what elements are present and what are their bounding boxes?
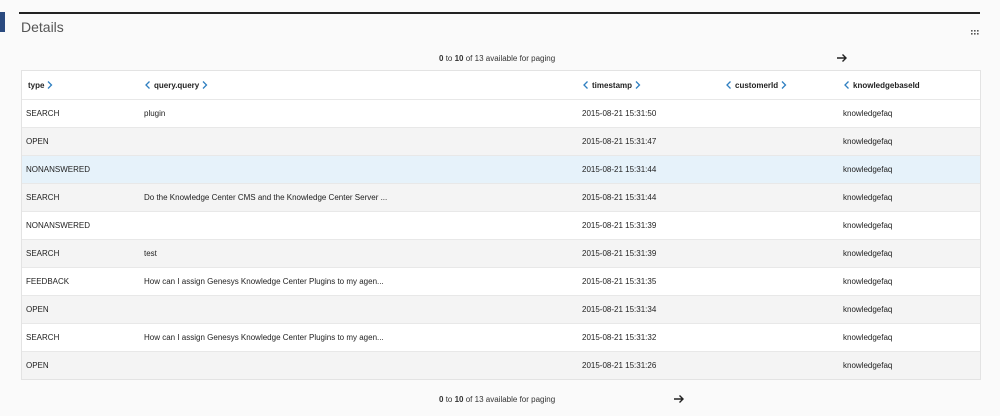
cell-timestamp: 2015-08-21 15:31:39 <box>582 249 657 258</box>
pager-status: 0 to 10 of 13 available for paging <box>439 54 556 63</box>
column-header-query[interactable]: query.query <box>144 71 209 99</box>
cell-query: plugin <box>144 109 166 118</box>
cell-type: NONANSWERED <box>26 221 91 230</box>
chevron-left-icon[interactable] <box>144 80 152 90</box>
table-header-row: type query.query timestamp customerId kn <box>22 71 980 99</box>
cell-type: SEARCH <box>26 249 60 258</box>
cell-query: How can I assign Genesys Knowledge Cente… <box>144 277 384 286</box>
pager-top: 0 to 10 of 13 available for paging <box>19 50 980 68</box>
table-row[interactable]: SEARCH Do the Knowledge Center CMS and t… <box>22 183 980 211</box>
grid-dots-icon[interactable] <box>970 24 980 35</box>
pager-bottom: 0 to 10 of 13 available for paging <box>19 391 980 409</box>
cell-timestamp: 2015-08-21 15:31:39 <box>582 221 657 230</box>
arrow-right-icon[interactable] <box>672 392 686 406</box>
cell-timestamp: 2015-08-21 15:31:34 <box>582 305 657 314</box>
chevron-right-icon[interactable] <box>780 80 788 90</box>
cell-type: SEARCH <box>26 333 60 342</box>
cell-knowledgebaseid: knowledgefaq <box>843 305 893 314</box>
column-header-type[interactable]: type <box>26 71 54 99</box>
cell-type: OPEN <box>26 361 49 370</box>
table-row[interactable]: NONANSWERED 2015-08-21 15:31:44 knowledg… <box>22 155 980 183</box>
cell-knowledgebaseid: knowledgefaq <box>843 109 893 118</box>
cell-knowledgebaseid: knowledgefaq <box>843 361 893 370</box>
cell-type: SEARCH <box>26 109 60 118</box>
details-table: type query.query timestamp customerId kn <box>21 70 981 380</box>
chevron-left-icon[interactable] <box>843 80 851 90</box>
cell-timestamp: 2015-08-21 15:31:50 <box>582 109 657 118</box>
cell-timestamp: 2015-08-21 15:31:32 <box>582 333 657 342</box>
arrow-right-icon[interactable] <box>835 51 849 65</box>
chevron-right-icon[interactable] <box>634 80 642 90</box>
cell-type: OPEN <box>26 305 49 314</box>
table-row[interactable]: FEEDBACK How can I assign Genesys Knowle… <box>22 267 980 295</box>
cell-type: NONANSWERED <box>26 165 91 174</box>
chevron-right-icon[interactable] <box>46 80 54 90</box>
column-header-customerid[interactable]: customerId <box>725 71 788 99</box>
cell-knowledgebaseid: knowledgefaq <box>843 249 893 258</box>
chevron-left-icon[interactable] <box>582 80 590 90</box>
column-header-knowledgebaseid[interactable]: knowledgebaseId <box>843 71 922 99</box>
cell-knowledgebaseid: knowledgefaq <box>843 277 893 286</box>
table-row[interactable]: SEARCH How can I assign Genesys Knowledg… <box>22 323 980 351</box>
pager-status: 0 to 10 of 13 available for paging <box>439 395 556 404</box>
left-accent-bar <box>0 12 5 32</box>
cell-timestamp: 2015-08-21 15:31:26 <box>582 361 657 370</box>
cell-timestamp: 2015-08-21 15:31:35 <box>582 277 657 286</box>
cell-query: test <box>144 249 157 258</box>
chevron-left-icon[interactable] <box>725 80 733 90</box>
cell-query: How can I assign Genesys Knowledge Cente… <box>144 333 384 342</box>
cell-timestamp: 2015-08-21 15:31:44 <box>582 165 657 174</box>
panel-title: Details <box>21 19 64 35</box>
column-header-timestamp[interactable]: timestamp <box>582 71 642 99</box>
table-row[interactable]: OPEN 2015-08-21 15:31:26 knowledgefaq <box>22 351 980 379</box>
table-row[interactable]: OPEN 2015-08-21 15:31:34 knowledgefaq <box>22 295 980 323</box>
cell-type: SEARCH <box>26 193 60 202</box>
cell-timestamp: 2015-08-21 15:31:44 <box>582 193 657 202</box>
cell-knowledgebaseid: knowledgefaq <box>843 137 893 146</box>
table-row[interactable]: SEARCH test 2015-08-21 15:31:39 knowledg… <box>22 239 980 267</box>
cell-type: FEEDBACK <box>26 277 70 286</box>
table-row[interactable]: SEARCH plugin 2015-08-21 15:31:50 knowle… <box>22 99 980 127</box>
table-row[interactable]: OPEN 2015-08-21 15:31:47 knowledgefaq <box>22 127 980 155</box>
cell-knowledgebaseid: knowledgefaq <box>843 193 893 202</box>
cell-type: OPEN <box>26 137 49 146</box>
cell-knowledgebaseid: knowledgefaq <box>843 221 893 230</box>
chevron-right-icon[interactable] <box>201 80 209 90</box>
cell-knowledgebaseid: knowledgefaq <box>843 333 893 342</box>
cell-timestamp: 2015-08-21 15:31:47 <box>582 137 657 146</box>
details-panel: Details 0 to 10 of 13 available for pagi… <box>19 12 981 416</box>
table-row[interactable]: NONANSWERED 2015-08-21 15:31:39 knowledg… <box>22 211 980 239</box>
cell-knowledgebaseid: knowledgefaq <box>843 165 893 174</box>
cell-query: Do the Knowledge Center CMS and the Know… <box>144 193 388 202</box>
